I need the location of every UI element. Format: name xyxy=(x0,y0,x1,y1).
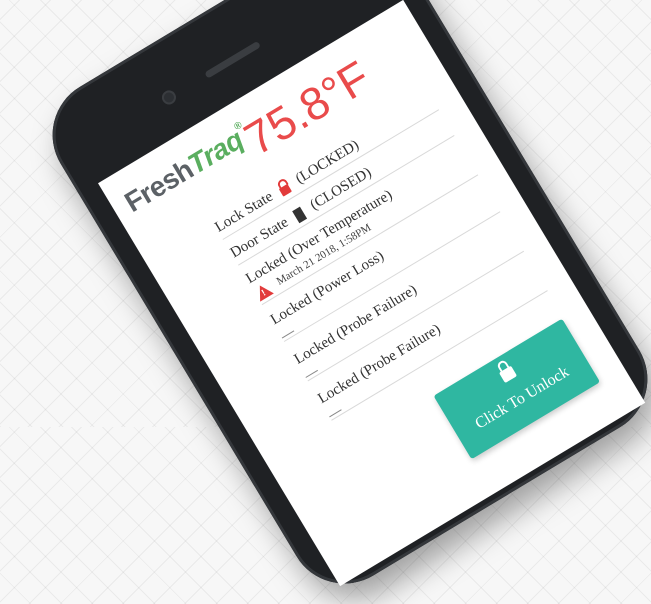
door-icon xyxy=(292,206,308,223)
divider xyxy=(329,409,342,418)
unlock-icon xyxy=(498,365,518,384)
freshtraq-logo: FreshTraq® xyxy=(119,120,254,219)
warning-icon: ! xyxy=(252,281,274,302)
unlock-button-label: Click To Unlock xyxy=(472,363,573,433)
divider xyxy=(281,330,295,339)
logo-fresh: Fresh xyxy=(119,153,199,219)
camera-icon xyxy=(159,87,179,108)
speaker-grille xyxy=(204,40,262,79)
phone-mockup: FreshTraq® 75.8°F Lock State (LOCKED) Do… xyxy=(31,0,651,604)
app-screen: FreshTraq® 75.8°F Lock State (LOCKED) Do… xyxy=(98,0,646,587)
lock-icon xyxy=(279,183,293,197)
divider xyxy=(305,369,319,378)
